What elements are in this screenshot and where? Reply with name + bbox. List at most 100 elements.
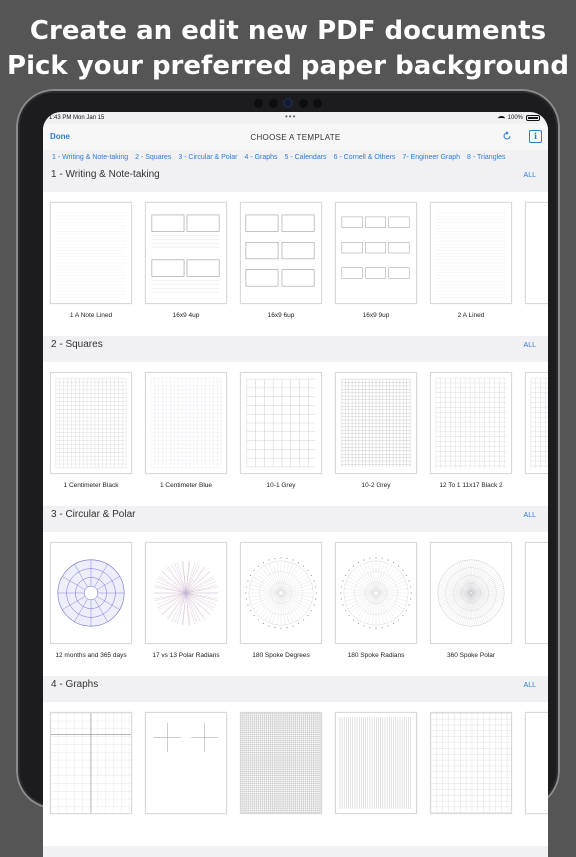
template-thumbnail xyxy=(50,712,132,814)
template-thumbnail xyxy=(50,372,132,474)
template-label: 17 vs 13 Polar Radians xyxy=(152,652,220,659)
template-thumbnail xyxy=(525,542,548,644)
headline-line-2: Pick your preferred paper background xyxy=(7,51,569,81)
see-all-button[interactable]: ALL xyxy=(524,172,536,179)
template-thumbnail xyxy=(50,202,132,304)
template-card[interactable]: 16x9 4up xyxy=(145,202,227,319)
tab-cornell[interactable]: 6 - Cornell & Others xyxy=(334,150,396,166)
status-time: 1:43 PM Mon Jan 15 xyxy=(49,115,105,121)
tab-writing[interactable]: 1 - Writing & Note-taking xyxy=(52,150,128,166)
template-card[interactable]: 16x9 6up xyxy=(240,202,322,319)
template-thumbnail xyxy=(525,372,548,474)
refresh-icon[interactable] xyxy=(502,131,512,141)
page-title: CHOOSE A TEMPLATE xyxy=(250,133,341,142)
template-label: 1 Centimeter Black xyxy=(63,482,119,489)
template-thumbnail xyxy=(240,542,322,644)
template-card[interactable]: 12 months and 365 days xyxy=(50,542,132,659)
template-label: 180 Spoke Radians xyxy=(347,652,405,659)
template-thumbnail xyxy=(240,712,322,814)
template-label: 16x9 6up xyxy=(267,312,295,319)
section-title: 3 - Circular & Polar xyxy=(51,509,136,520)
ipad-frame: 1:43 PM Mon Jan 15 ••• 100% Done CHOOSE … xyxy=(16,89,560,857)
template-thumbnail xyxy=(335,712,417,814)
template-thumbnail xyxy=(430,202,512,304)
tab-calendars[interactable]: 5 - Calendars xyxy=(285,150,327,166)
template-row-squares: 1 Centimeter Black 1 Centimeter Blue 10-… xyxy=(43,362,548,506)
template-card[interactable] xyxy=(430,712,512,814)
template-thumbnail xyxy=(50,542,132,644)
section-header-circular: 3 - Circular & Polar ALL xyxy=(43,506,548,532)
template-card[interactable] xyxy=(145,712,227,814)
battery-percent: 100% xyxy=(507,115,523,121)
template-card-partial[interactable] xyxy=(525,712,548,814)
template-row-circular: 12 months and 365 days 17 vs 13 Polar Ra… xyxy=(43,532,548,676)
template-card[interactable]: 1 A Note Lined xyxy=(50,202,132,319)
section-header-writing: 1 - Writing & Note-taking ALL xyxy=(43,166,548,192)
template-thumbnail xyxy=(240,202,322,304)
see-all-button[interactable]: ALL xyxy=(524,682,536,689)
template-card[interactable]: 180 Spoke Degrees xyxy=(240,542,322,659)
tab-circular-polar[interactable]: 3 - Circular & Polar xyxy=(178,150,237,166)
template-thumbnail xyxy=(525,202,548,304)
template-thumbnail xyxy=(145,542,227,644)
template-thumbnail xyxy=(430,712,512,814)
see-all-button[interactable]: ALL xyxy=(524,342,536,349)
template-label: 1 Centimeter Blue xyxy=(159,482,213,489)
info-icon[interactable]: i xyxy=(529,130,542,143)
template-thumbnail xyxy=(145,712,227,814)
section-title: 2 - Squares xyxy=(51,339,103,350)
multitasking-dots[interactable]: ••• xyxy=(285,112,296,121)
template-label: 12 months and 365 days xyxy=(55,652,127,659)
template-label: 16x9 9up xyxy=(362,312,390,319)
template-card[interactable]: 16x9 9up xyxy=(335,202,417,319)
tab-triangles[interactable]: 8 - Triangles xyxy=(467,150,506,166)
tab-graphs[interactable]: 4 - Graphs xyxy=(244,150,277,166)
template-card-partial[interactable] xyxy=(525,372,548,474)
app-screen: 1:43 PM Mon Jan 15 ••• 100% Done CHOOSE … xyxy=(43,112,548,857)
template-thumbnail xyxy=(430,542,512,644)
template-card[interactable]: 1 Centimeter Black xyxy=(50,372,132,489)
template-label: 10-1 Grey xyxy=(266,482,296,489)
template-card[interactable]: 2 A Lined xyxy=(430,202,512,319)
template-thumbnail xyxy=(335,372,417,474)
template-thumbnail xyxy=(430,372,512,474)
template-thumbnail xyxy=(335,542,417,644)
tab-engineer-graph[interactable]: 7- Engineer Graph xyxy=(402,150,460,166)
template-card[interactable]: 360 Spoke Polar xyxy=(430,542,512,659)
status-bar: 1:43 PM Mon Jan 15 ••• 100% xyxy=(43,112,548,124)
headline-line-1: Create an edit new PDF documents xyxy=(29,16,547,46)
marketing-headline: Create an edit new PDF documents Pick yo… xyxy=(0,14,576,84)
wifi-icon xyxy=(497,115,505,121)
see-all-button[interactable]: ALL xyxy=(524,512,536,519)
template-card-partial[interactable] xyxy=(525,542,548,644)
template-card[interactable]: 1 Centimeter Blue xyxy=(145,372,227,489)
template-label: 16x9 4up xyxy=(172,312,200,319)
category-tabs: 1 - Writing & Note-taking 2 - Squares 3 … xyxy=(43,150,548,166)
template-card[interactable] xyxy=(335,712,417,814)
template-thumbnail xyxy=(335,202,417,304)
template-card[interactable] xyxy=(240,712,322,814)
navigation-bar: Done CHOOSE A TEMPLATE i xyxy=(43,124,548,150)
front-camera xyxy=(254,98,322,108)
template-card[interactable]: 10-2 Grey xyxy=(335,372,417,489)
template-card[interactable]: 12 To 1 11x17 Black 2 xyxy=(430,372,512,489)
tab-squares[interactable]: 2 - Squares xyxy=(135,150,171,166)
battery-icon xyxy=(526,115,540,121)
template-thumbnail xyxy=(145,202,227,304)
template-card-partial[interactable] xyxy=(525,202,548,304)
template-thumbnail xyxy=(240,372,322,474)
template-label: 360 Spoke Polar xyxy=(446,652,496,659)
template-thumbnail xyxy=(145,372,227,474)
template-card[interactable]: 10-1 Grey xyxy=(240,372,322,489)
template-card[interactable] xyxy=(50,712,132,814)
section-title: 4 - Graphs xyxy=(51,679,99,690)
template-card[interactable]: 180 Spoke Radians xyxy=(335,542,417,659)
template-label: 180 Spoke Degrees xyxy=(252,652,310,659)
template-label: 12 To 1 11x17 Black 2 xyxy=(439,482,503,489)
template-label: 2 A Lined xyxy=(457,312,485,319)
template-label: 1 A Note Lined xyxy=(69,312,113,319)
template-card[interactable]: 17 vs 13 Polar Radians xyxy=(145,542,227,659)
section-header-squares: 2 - Squares ALL xyxy=(43,336,548,362)
template-row-graphs xyxy=(43,702,548,846)
template-thumbnail xyxy=(525,712,548,814)
